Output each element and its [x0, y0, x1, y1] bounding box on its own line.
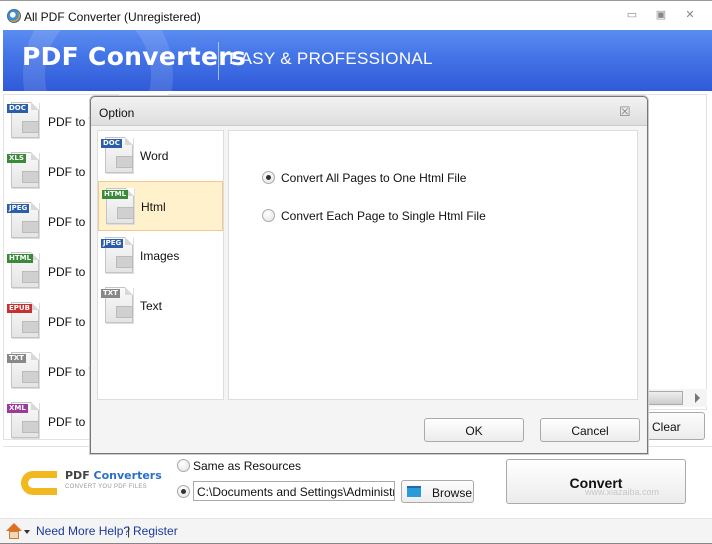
option-label: Convert Each Page to Single Html File: [281, 209, 486, 223]
status-bar: Need More Help? | Register: [0, 518, 712, 544]
epub-file-icon: EPUB: [7, 300, 41, 340]
file-type-badge: JPEG: [101, 239, 124, 248]
file-glyph: [116, 306, 133, 318]
category-label: Html: [141, 200, 166, 214]
file-glyph: [22, 171, 39, 183]
home-roof: [6, 523, 22, 531]
custom-output-radio[interactable]: [177, 485, 190, 498]
txt-file-icon: TXT: [7, 350, 41, 390]
file-glyph: [22, 371, 39, 383]
jpeg-file-icon: JPEG: [7, 200, 41, 240]
option-dialog: Option ☒ DOC Word HTML Html JPEG Images TXT Tex…: [90, 96, 648, 454]
file-glyph: [22, 421, 39, 433]
category-html[interactable]: HTML Html: [98, 181, 223, 231]
logo-name-pdf: PDF: [65, 469, 94, 482]
file-type-badge: XML: [7, 404, 28, 413]
file-glyph: [22, 271, 39, 283]
file-type-badge: TXT: [101, 289, 120, 298]
file-type-badge: HTML: [102, 190, 129, 199]
file-type-badge: JPEG: [7, 204, 30, 213]
home-body: [9, 531, 19, 539]
home-icon[interactable]: [6, 523, 22, 539]
file-type-badge: XLS: [7, 154, 26, 163]
dialog-title: Option: [99, 106, 135, 120]
format-category-list: DOC Word HTML Html JPEG Images TXT Text: [97, 130, 224, 400]
option-label: Convert All Pages to One Html File: [281, 171, 467, 185]
cancel-button[interactable]: Cancel: [540, 418, 640, 442]
footer-logo-name: PDF Converters: [65, 469, 162, 482]
close-button[interactable]: ✕: [683, 8, 697, 22]
banner-divider: [218, 42, 219, 80]
same-as-resources-radio[interactable]: [177, 459, 190, 472]
window-title: All PDF Converter (Unregistered): [24, 10, 201, 24]
dialog-close-icon[interactable]: ☒: [619, 104, 631, 120]
category-word[interactable]: DOC Word: [98, 131, 223, 181]
dialog-title-bar: Option ☒: [91, 97, 647, 126]
jpeg-file-icon: JPEG: [101, 235, 135, 275]
doc-file-icon: DOC: [101, 135, 135, 175]
output-path-field[interactable]: C:\Documents and Settings\Administrator: [193, 481, 395, 501]
browse-button[interactable]: Browse: [401, 480, 474, 503]
category-label: Images: [140, 249, 180, 263]
logo-name-converters: Converters: [93, 469, 162, 482]
brand-tagline: EASY & PROFESSIONAL: [229, 49, 433, 68]
header-banner: PDF Converters EASY & PROFESSIONAL: [3, 30, 712, 91]
xls-file-icon: XLS: [7, 150, 41, 190]
file-glyph: [117, 207, 134, 219]
file-type-badge: TXT: [7, 354, 26, 363]
brand-title: PDF Converters: [22, 42, 247, 71]
browse-label: Browse: [432, 486, 473, 500]
category-label: Word: [140, 149, 169, 163]
category-images[interactable]: JPEG Images: [98, 231, 223, 281]
convert-button[interactable]: Convert: [506, 459, 686, 504]
title-bar: All PDF Converter (Unregistered) ▭ ▣ ✕: [0, 0, 712, 30]
scroll-right-arrow-icon[interactable]: [695, 393, 700, 403]
file-type-badge: DOC: [7, 104, 28, 113]
file-type-badge: EPUB: [7, 304, 32, 313]
watermark: www.xiazaiba.com: [585, 487, 660, 497]
option-radio[interactable]: [262, 171, 275, 184]
need-more-help-link[interactable]: Need More Help?: [36, 524, 130, 538]
file-glyph: [22, 121, 39, 133]
format-options-panel: Convert All Pages to One Html File Conver…: [228, 130, 638, 400]
file-glyph: [22, 221, 39, 233]
minimize-button[interactable]: ▭: [625, 8, 639, 22]
footer-logo-subtitle: CONVERT YOU PDF FILES: [65, 484, 147, 490]
xml-file-icon: XML: [7, 400, 41, 440]
category-text[interactable]: TXT Text: [98, 281, 223, 331]
logo-arrow-icon: [21, 471, 57, 495]
maximize-button[interactable]: ▣: [654, 8, 668, 22]
file-glyph: [116, 156, 133, 168]
txt-file-icon: TXT: [101, 285, 135, 325]
file-glyph: [22, 321, 39, 333]
doc-file-icon: DOC: [7, 100, 41, 140]
register-link[interactable]: Register: [133, 524, 178, 538]
app-icon: [7, 9, 21, 23]
home-dropdown-caret-icon[interactable]: [24, 530, 30, 534]
option-radio[interactable]: [262, 209, 275, 222]
file-type-badge: DOC: [101, 139, 122, 148]
category-label: Text: [140, 299, 163, 313]
same-as-resources-label: Same as Resources: [193, 459, 302, 473]
clear-button[interactable]: Clear: [645, 412, 705, 440]
file-type-badge: HTML: [7, 254, 34, 263]
ok-button[interactable]: OK: [424, 418, 524, 442]
converter-item-label: PDF to I: [48, 215, 93, 229]
folder-icon: [407, 486, 421, 497]
file-glyph: [116, 256, 133, 268]
html-file-icon: HTML: [102, 186, 136, 226]
html-file-icon: HTML: [7, 250, 41, 290]
converter-item-label: PDF to T: [48, 365, 96, 379]
link-separator: |: [127, 524, 131, 538]
